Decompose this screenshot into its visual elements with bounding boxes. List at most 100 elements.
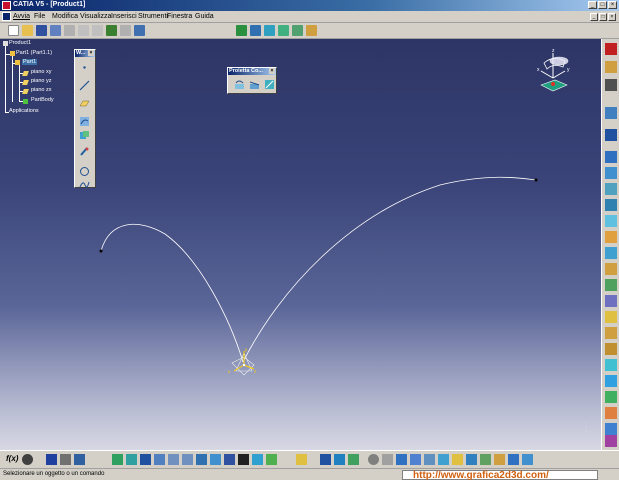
document-icon[interactable] — [2, 12, 11, 21]
print-icon[interactable] — [50, 25, 61, 36]
update-icon[interactable] — [334, 454, 345, 465]
sphere-icon[interactable] — [605, 183, 617, 195]
spline-curve-right — [242, 176, 537, 363]
project-icon[interactable] — [236, 25, 247, 36]
grid-icon[interactable] — [605, 295, 617, 307]
split-icon[interactable] — [605, 311, 617, 323]
join-icon[interactable] — [306, 25, 317, 36]
isolate-icon[interactable] — [466, 454, 477, 465]
menu-finestra[interactable]: Finestra — [167, 13, 192, 20]
menu-inserisci[interactable]: Inserisci — [111, 13, 137, 20]
pan-icon[interactable] — [140, 454, 151, 465]
fill-surface-icon[interactable] — [605, 247, 617, 259]
repeat-icon[interactable] — [452, 454, 463, 465]
hide-show-icon[interactable] — [252, 454, 263, 465]
menu-file[interactable]: File — [34, 13, 45, 20]
dimension-icon[interactable] — [494, 454, 505, 465]
new-icon[interactable] — [8, 25, 19, 36]
sketch-icon[interactable] — [605, 107, 617, 119]
fillet-icon[interactable] — [605, 375, 617, 387]
origin-axis-system[interactable]: y x z — [226, 345, 262, 381]
status-bar: Selezionare un oggetto o un comando http… — [0, 468, 619, 480]
fly-mode-icon[interactable] — [112, 454, 123, 465]
open-icon[interactable] — [22, 25, 33, 36]
undo-icon[interactable] — [106, 25, 117, 36]
sketcher-icon[interactable] — [605, 79, 617, 91]
rotate-icon[interactable] — [605, 407, 617, 419]
3d-grid-icon[interactable] — [438, 454, 449, 465]
curve-endpoint-right — [534, 178, 538, 182]
profile-icon[interactable] — [605, 129, 617, 141]
doc-maximize-button[interactable]: □ — [599, 13, 607, 21]
catalog-icon[interactable] — [46, 454, 57, 465]
boolean-icon[interactable] — [368, 454, 379, 465]
maximize-button[interactable]: □ — [598, 1, 607, 9]
title-bar[interactable]: CATIA V5 - [Product1] _ □ × — [0, 0, 619, 11]
translate-icon[interactable] — [605, 391, 617, 403]
connect-icon[interactable] — [508, 454, 519, 465]
minimize-button[interactable]: _ — [588, 1, 597, 9]
work-support-icon[interactable] — [424, 454, 435, 465]
whats-this-icon[interactable] — [134, 25, 145, 36]
command-input[interactable]: http://www.grafica2d3d.com/ — [402, 470, 598, 480]
cut-icon[interactable] — [64, 25, 75, 36]
intersect-icon[interactable] — [250, 25, 261, 36]
measure-icon[interactable] — [60, 454, 71, 465]
extrude-icon[interactable] — [605, 151, 617, 163]
axis-y-label: y — [245, 347, 248, 352]
analysis-icon[interactable] — [74, 454, 85, 465]
shading-icon[interactable] — [238, 454, 249, 465]
trim-icon[interactable] — [605, 327, 617, 339]
sweep-icon[interactable] — [278, 25, 289, 36]
zoom-out-icon[interactable] — [182, 454, 193, 465]
rotate-view-icon[interactable] — [154, 454, 165, 465]
bottom-toolbar: f(x) — [0, 450, 619, 468]
redo-icon[interactable] — [120, 25, 131, 36]
select-icon[interactable] — [605, 61, 617, 73]
menu-visualizza[interactable]: Visualizza — [80, 13, 111, 20]
formula-button[interactable]: f(x) — [6, 454, 18, 463]
offset-surface-icon[interactable] — [605, 215, 617, 227]
doc-minimize-button[interactable]: _ — [590, 13, 598, 21]
grid-snap-icon[interactable] — [410, 454, 421, 465]
scale-icon[interactable] — [605, 435, 617, 447]
fill-icon[interactable] — [292, 25, 303, 36]
workbench-icon[interactable] — [605, 43, 617, 55]
comment-icon[interactable] — [22, 454, 33, 465]
menu-strumenti[interactable]: Strumenti — [138, 13, 168, 20]
menu-modifica[interactable]: Modifica — [52, 13, 78, 20]
surface-icon[interactable] — [264, 25, 275, 36]
heal-icon[interactable] — [522, 454, 533, 465]
iso-view-icon[interactable] — [224, 454, 235, 465]
swap-space-icon[interactable] — [266, 454, 277, 465]
constraint-icon[interactable] — [320, 454, 331, 465]
sweep-surface-icon[interactable] — [605, 231, 617, 243]
spiral-icon[interactable] — [396, 454, 407, 465]
save-icon[interactable] — [36, 25, 47, 36]
multi-view-icon[interactable] — [210, 454, 221, 465]
boundary-icon[interactable] — [605, 343, 617, 355]
multi-section-icon[interactable] — [605, 263, 617, 275]
close-button[interactable]: × — [608, 1, 617, 9]
normal-view-icon[interactable] — [196, 454, 207, 465]
spline-curve-left — [100, 223, 244, 363]
blend-icon[interactable] — [605, 279, 617, 291]
doc-close-button[interactable]: × — [608, 13, 616, 21]
copy-icon[interactable] — [78, 25, 89, 36]
revolve-icon[interactable] — [605, 167, 617, 179]
zoom-in-icon[interactable] — [168, 454, 179, 465]
menu-avvia[interactable]: Avvia — [13, 13, 30, 20]
cylinder-icon[interactable] — [605, 199, 617, 211]
material-icon[interactable] — [296, 454, 307, 465]
curve-geometry[interactable] — [0, 39, 601, 450]
3d-viewport[interactable]: Product1 Part1 (Part1.1) Part1 piano xy … — [0, 39, 601, 450]
hybrid-body-icon[interactable] — [348, 454, 359, 465]
sketch-analysis-icon[interactable] — [480, 454, 491, 465]
symmetry-icon[interactable] — [605, 423, 617, 435]
snap-point-icon[interactable] — [382, 454, 393, 465]
extract-icon[interactable] — [605, 359, 617, 371]
menu-guida[interactable]: Guida — [195, 13, 214, 20]
fit-all-icon[interactable] — [126, 454, 137, 465]
paste-icon[interactable] — [92, 25, 103, 36]
catia-logo-icon — [2, 1, 11, 10]
